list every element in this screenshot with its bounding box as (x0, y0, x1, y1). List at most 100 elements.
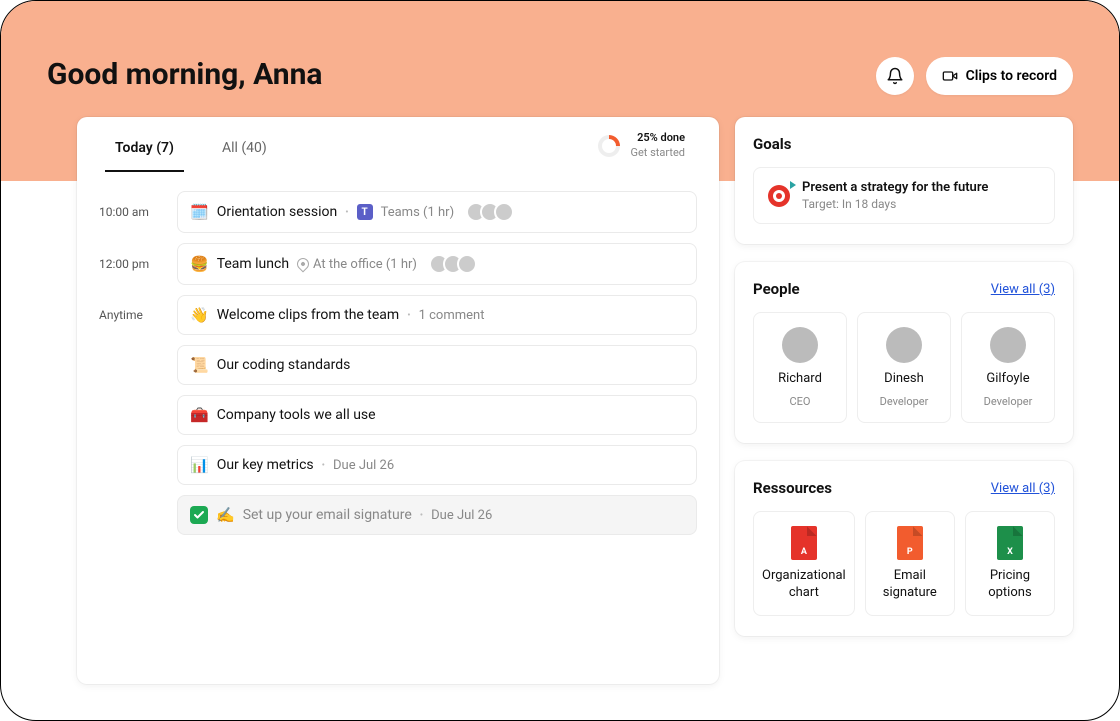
writing-icon: ✍️ (216, 506, 235, 524)
time-label: 12:00 pm (99, 257, 177, 271)
task-title: Company tools we all use (217, 407, 376, 423)
teams-icon (357, 204, 373, 220)
separator-dot: • (420, 510, 423, 521)
resource-name: Pricing options (974, 568, 1046, 601)
person-role: CEO (790, 395, 811, 408)
card-header: Ressources View all (3) (753, 479, 1055, 497)
time-label: Anytime (99, 308, 177, 322)
progress-percent: 25% done (630, 131, 685, 145)
task-row: ✍️ Set up your email signature • Due Jul… (99, 495, 697, 535)
avatar (782, 327, 818, 363)
person-name: Dinesh (884, 371, 924, 387)
calendar-icon: 🗓️ (190, 203, 209, 221)
goal-item[interactable]: Present a strategy for the future Target… (753, 167, 1055, 224)
video-icon (942, 68, 958, 84)
attendee-avatars (429, 254, 477, 274)
xls-file-icon: X (997, 526, 1023, 560)
resources-view-all-link[interactable]: View all (3) (991, 481, 1055, 496)
resources-card: Ressources View all (3) A Organizational… (735, 461, 1073, 636)
task-title: Our key metrics (217, 457, 314, 473)
resource-name: Email signature (874, 568, 946, 601)
time-label: 10:00 am (99, 205, 177, 219)
task-row: 🧰 Company tools we all use (99, 395, 697, 435)
task-title: Our coding standards (217, 357, 351, 373)
progress-indicator[interactable]: 25% done Get started (598, 131, 691, 160)
progress-sub: Get started (630, 146, 685, 159)
card-header: Goals (753, 135, 1055, 153)
resource-tile[interactable]: P Email signature (865, 511, 955, 616)
task-item-welcome-clips[interactable]: 👋 Welcome clips from the team • 1 commen… (177, 295, 697, 335)
task-title: Welcome clips from the team (217, 307, 400, 323)
check-icon (193, 509, 205, 521)
completed-checkbox[interactable] (190, 506, 208, 524)
burger-icon: 🍔 (190, 255, 209, 273)
task-meta: 1 comment (419, 308, 485, 323)
task-row: 12:00 pm 🍔 Team lunch At the office (1 h… (99, 243, 697, 285)
task-row: 10:00 am 🗓️ Orientation session • Teams … (99, 191, 697, 233)
task-item-coding-standards[interactable]: 📜 Our coding standards (177, 345, 697, 385)
person-role: Developer (984, 395, 1033, 408)
resources-title: Ressources (753, 479, 832, 497)
progress-ring-icon (598, 135, 620, 157)
scroll-icon: 📜 (190, 356, 209, 374)
page-title: Good morning, Anna (47, 57, 323, 92)
wave-icon: 👋 (190, 306, 209, 324)
tasks-panel: Today (7) All (40) 25% done Get started … (77, 117, 719, 684)
pdf-file-icon: A (791, 526, 817, 560)
ppt-file-icon: P (897, 526, 923, 560)
goals-card: Goals Present a strategy for the future … (735, 117, 1073, 244)
task-due: Due Jul 26 (431, 508, 492, 523)
location-pin-icon (295, 256, 312, 273)
person-tile[interactable]: Richard CEO (753, 312, 847, 423)
app-window: Good morning, Anna Clips to record Today… (0, 0, 1120, 721)
person-name: Richard (778, 371, 822, 387)
task-meta: At the office (1 hr) (297, 257, 417, 272)
task-item-key-metrics[interactable]: 📊 Our key metrics • Due Jul 26 (177, 445, 697, 485)
resource-tile[interactable]: X Pricing options (965, 511, 1055, 616)
avatar (457, 254, 477, 274)
goals-title: Goals (753, 135, 791, 153)
task-item-lunch[interactable]: 🍔 Team lunch At the office (1 hr) (177, 243, 697, 285)
person-tile[interactable]: Gilfoyle Developer (961, 312, 1055, 423)
task-row: 📜 Our coding standards (99, 345, 697, 385)
people-card: People View all (3) Richard CEO Dinesh D… (735, 262, 1073, 443)
task-meta: Teams (1 hr) (381, 205, 455, 220)
side-panels: Goals Present a strategy for the future … (735, 117, 1073, 684)
separator-dot: • (345, 207, 348, 218)
avatar (886, 327, 922, 363)
avatar (990, 327, 1026, 363)
card-header: People View all (3) (753, 280, 1055, 298)
progress-text: 25% done Get started (630, 131, 685, 160)
bell-icon (886, 67, 904, 85)
people-title: People (753, 280, 800, 298)
person-tile[interactable]: Dinesh Developer (857, 312, 951, 423)
header-actions: Clips to record (876, 57, 1073, 95)
task-item-orientation[interactable]: 🗓️ Orientation session • Teams (1 hr) (177, 191, 697, 233)
person-role: Developer (880, 395, 929, 408)
task-title: Team lunch (217, 256, 289, 272)
tab-today[interactable]: Today (7) (105, 120, 184, 172)
task-title: Orientation session (217, 204, 338, 220)
people-view-all-link[interactable]: View all (3) (991, 282, 1055, 297)
goal-item-sub: Target: In 18 days (802, 197, 988, 211)
tabs-row: Today (7) All (40) 25% done Get started (77, 117, 719, 175)
resource-tile[interactable]: A Organizational chart (753, 511, 855, 616)
people-grid: Richard CEO Dinesh Developer Gilfoyle De… (753, 312, 1055, 423)
goal-item-title: Present a strategy for the future (802, 180, 988, 195)
avatar (494, 202, 514, 222)
separator-dot: • (322, 460, 325, 471)
clips-to-record-button[interactable]: Clips to record (926, 57, 1073, 95)
task-row: 📊 Our key metrics • Due Jul 26 (99, 445, 697, 485)
person-name: Gilfoyle (986, 371, 1029, 387)
tab-all[interactable]: All (40) (212, 120, 277, 172)
separator-dot: • (407, 310, 410, 321)
clips-button-label: Clips to record (966, 68, 1057, 84)
task-item-email-signature[interactable]: ✍️ Set up your email signature • Due Jul… (177, 495, 697, 535)
resources-grid: A Organizational chart P Email signature… (753, 511, 1055, 616)
chart-icon: 📊 (190, 456, 209, 474)
resource-name: Organizational chart (762, 568, 846, 601)
task-item-company-tools[interactable]: 🧰 Company tools we all use (177, 395, 697, 435)
notifications-button[interactable] (876, 57, 914, 95)
task-row: Anytime 👋 Welcome clips from the team • … (99, 295, 697, 335)
target-icon (768, 185, 790, 207)
